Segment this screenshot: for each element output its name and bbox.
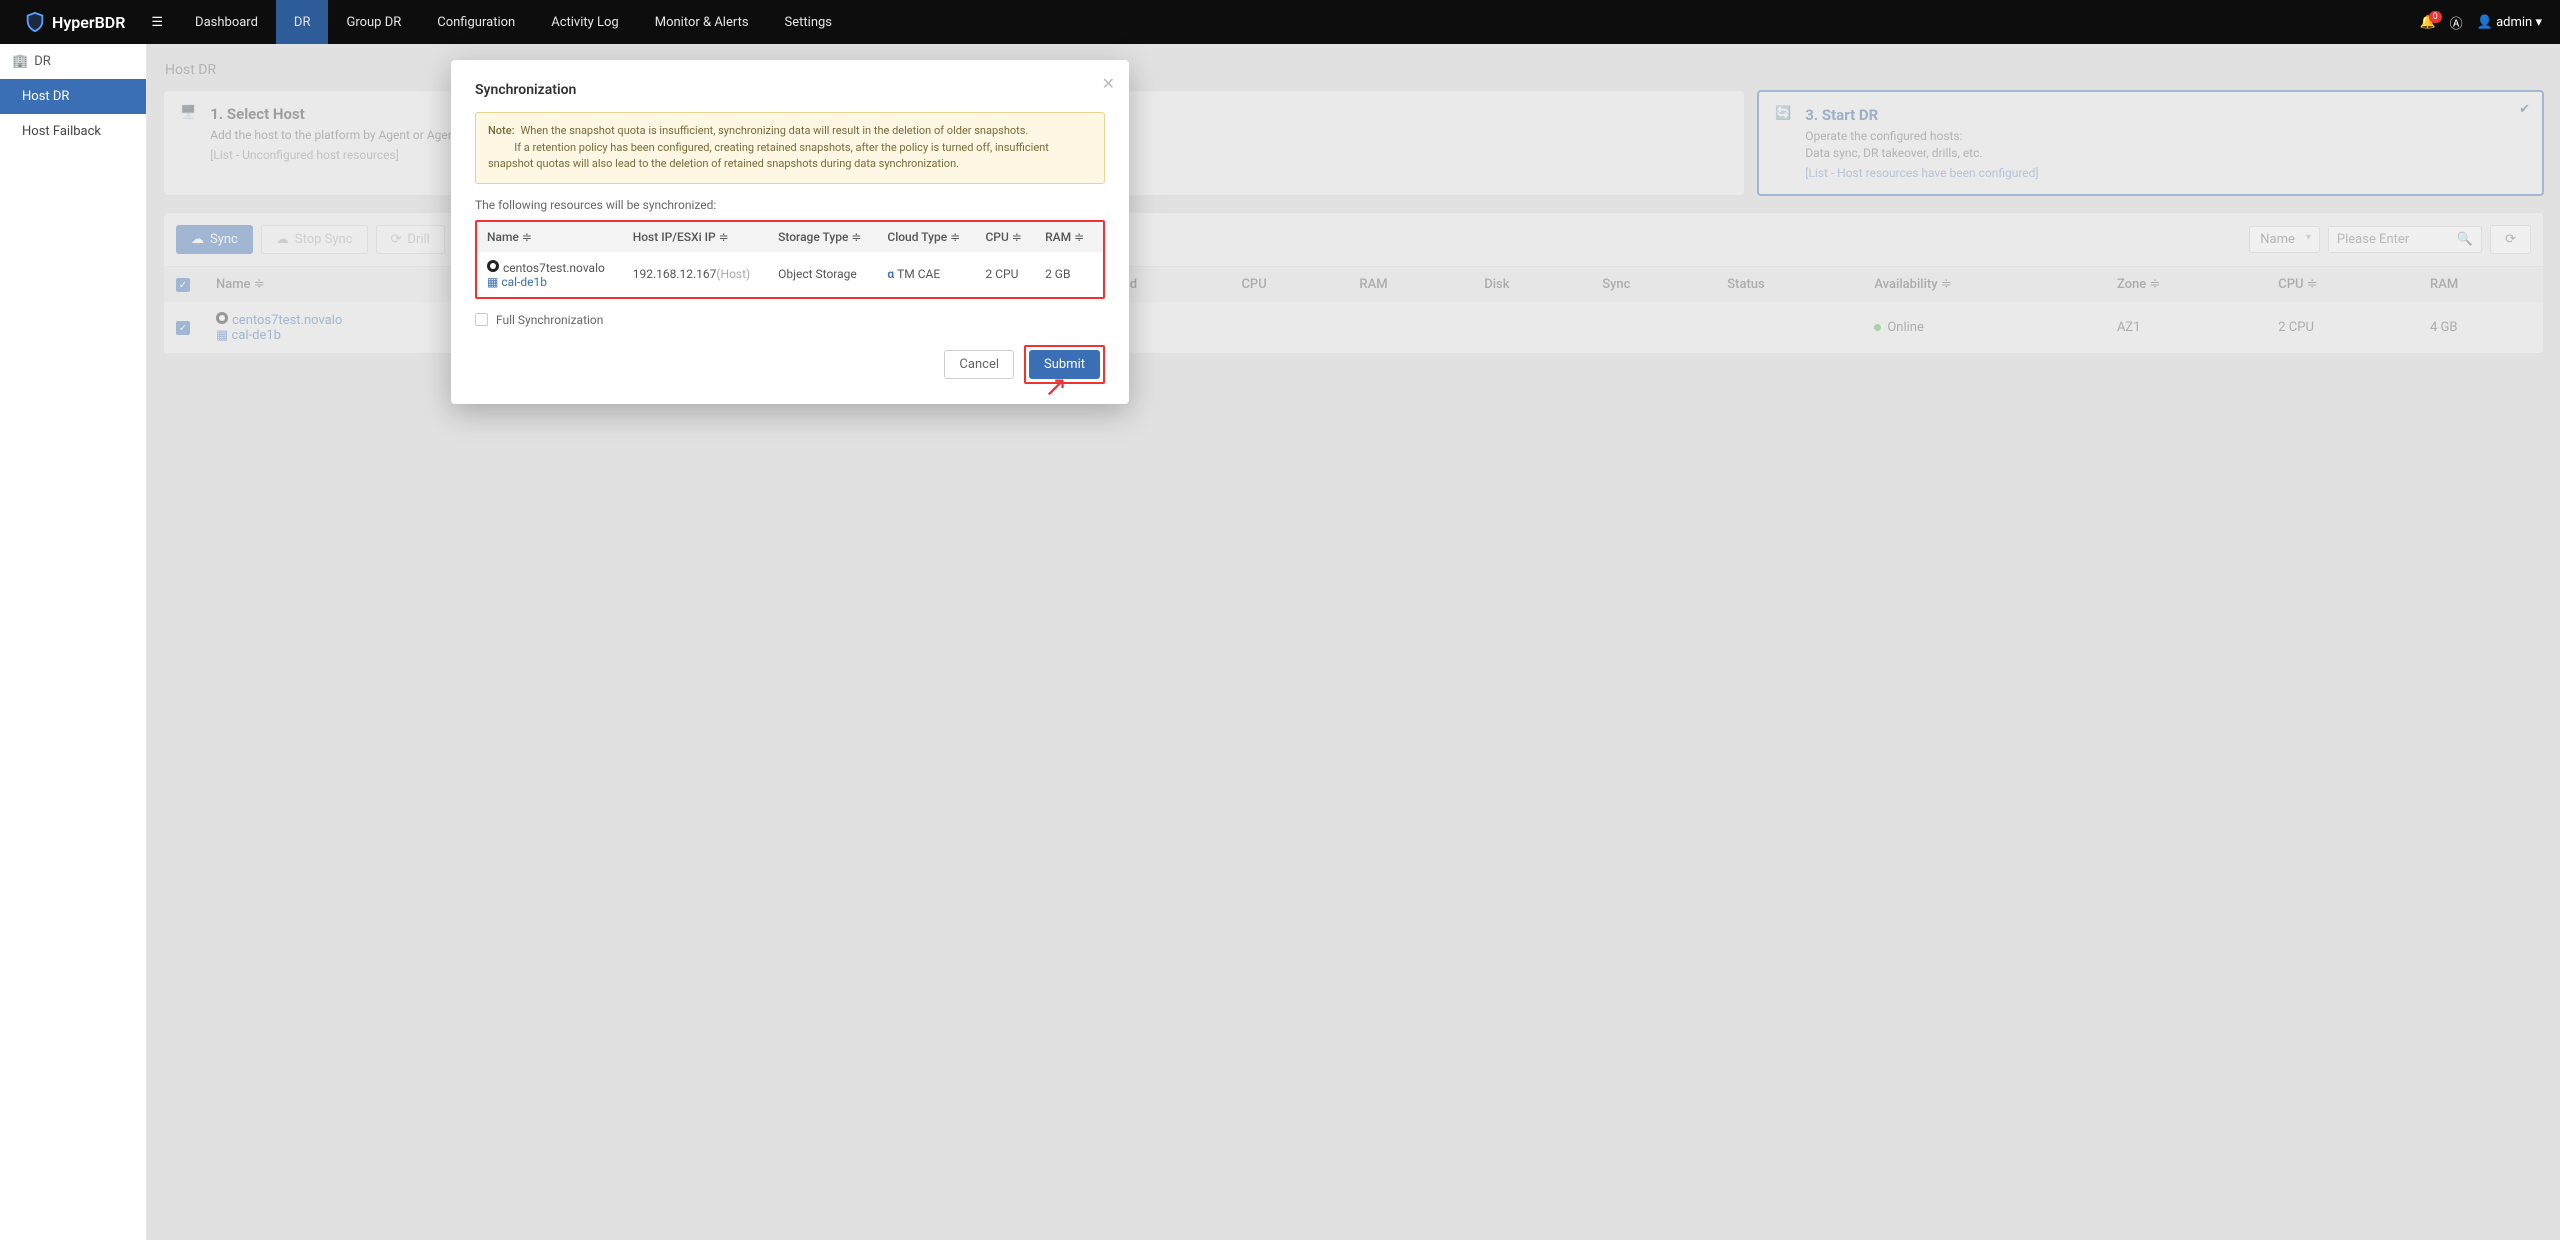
modal-resource-table: Name ≑Host IP/ESXi IP ≑ Storage Type ≑Cl…: [475, 220, 1105, 299]
nav-group-dr[interactable]: Group DR: [328, 0, 419, 44]
nav-activity-log[interactable]: Activity Log: [533, 0, 637, 44]
menu-toggle[interactable]: ☰: [137, 15, 177, 30]
full-sync-option[interactable]: Full Synchronization: [475, 313, 1105, 327]
modal-sub-link[interactable]: cal-de1b: [501, 275, 547, 289]
modal-note: Note:When the snapshot quota is insuffic…: [475, 112, 1105, 184]
sidebar-item-host-failback[interactable]: Host Failback: [0, 114, 146, 149]
nav-configuration[interactable]: Configuration: [419, 0, 533, 44]
user-menu[interactable]: 👤 admin ▾: [2477, 15, 2542, 30]
alert-count: 0: [2429, 11, 2442, 23]
sidebar: 🏢 DR Host DR Host Failback: [0, 44, 147, 1240]
nav-monitor-alerts[interactable]: Monitor & Alerts: [637, 0, 767, 44]
brand-logo: HyperBDR: [12, 11, 137, 33]
brand-text: HyperBDR: [52, 13, 125, 32]
modal-title: Synchronization: [475, 82, 1105, 98]
sidebar-item-host-dr[interactable]: Host DR: [0, 79, 146, 114]
lang-icon[interactable]: Ⓐ: [2450, 13, 2463, 32]
main-nav: Dashboard DR Group DR Configuration Acti…: [177, 0, 850, 44]
modal-subtitle: The following resources will be synchron…: [475, 198, 1105, 212]
bell-icon[interactable]: 🔔0: [2419, 15, 2435, 30]
cancel-button[interactable]: Cancel: [944, 350, 1014, 379]
top-header: HyperBDR ☰ Dashboard DR Group DR Configu…: [0, 0, 2560, 44]
synchronization-modal: Synchronization ✕ Note:When the snapshot…: [451, 60, 1129, 404]
nav-dr[interactable]: DR: [276, 0, 329, 44]
linux-icon: [487, 260, 499, 272]
close-icon[interactable]: ✕: [1102, 74, 1115, 93]
sidebar-section-dr: 🏢 DR: [0, 44, 146, 79]
modal-row: centos7test.novalo ▦ cal-de1b 192.168.12…: [477, 252, 1105, 297]
full-sync-checkbox[interactable]: [475, 313, 488, 326]
nav-settings[interactable]: Settings: [767, 0, 850, 44]
nav-dashboard[interactable]: Dashboard: [177, 0, 276, 44]
submit-button[interactable]: Submit: [1029, 350, 1100, 379]
